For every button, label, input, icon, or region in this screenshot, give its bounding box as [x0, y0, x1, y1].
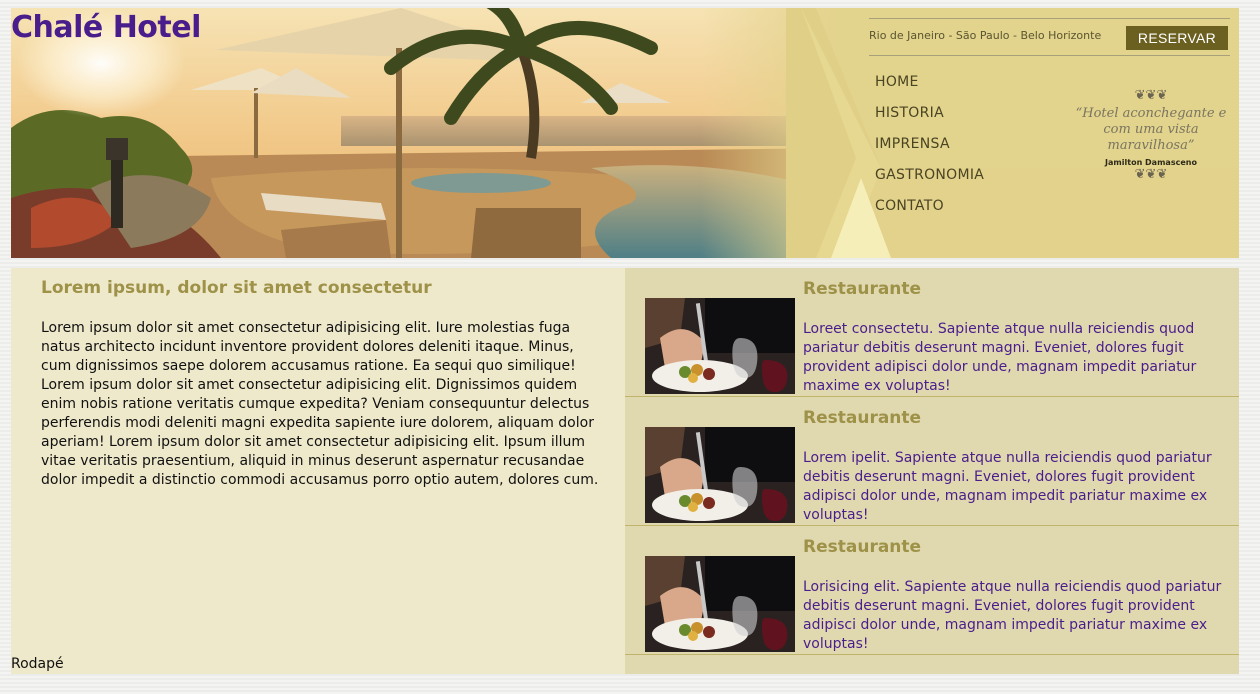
hero-image: [11, 8, 841, 258]
restaurant-text: Lorem ipelit. Sapiente atque nulla reici…: [803, 450, 1212, 523]
ornament-bottom-icon: ❦❦❦: [1134, 167, 1168, 182]
restaurant-title: Restaurante: [803, 537, 922, 557]
restaurant-title: Restaurante: [803, 408, 922, 428]
testimonial-text: “Hotel aconchegante e com uma vista mara…: [1075, 106, 1227, 153]
restaurant-title: Restaurante: [803, 279, 922, 299]
restaurant-image: [645, 556, 795, 652]
restaurant-image: [645, 427, 795, 523]
nav-link-contato[interactable]: CONTATO: [875, 198, 944, 214]
ornament-top-icon: ❦❦❦: [1134, 88, 1168, 103]
nav-item-contato: CONTATO: [875, 195, 984, 226]
reserve-button[interactable]: RESERVAR: [1126, 26, 1228, 50]
testimonial: ❦❦❦ “Hotel aconchegante e com uma vista …: [1071, 88, 1231, 183]
site-header: Chalé Hotel Rio de Janeiro - São Paulo -…: [11, 8, 1239, 258]
restaurant-text: Lorisicing elit. Sapiente atque nulla re…: [803, 579, 1222, 652]
top-bar: Rio de Janeiro - São Paulo - Belo Horizo…: [869, 18, 1230, 56]
testimonial-author: Jamilton Damasceno: [1105, 158, 1197, 167]
nav-item-home: HOME: [875, 71, 984, 102]
nav-link-home[interactable]: HOME: [875, 74, 919, 90]
restaurant-card: Restaurante Lorem ipelit. Sapiente atque…: [625, 397, 1239, 526]
nav-item-imprensa: IMPRENSA: [875, 133, 984, 164]
nav-item-historia: HISTORIA: [875, 102, 984, 133]
restaurant-card: Restaurante Loreet consectetu. Sapiente …: [625, 268, 1239, 397]
nav-item-gastronomia: GASTRONOMIA: [875, 164, 984, 195]
nav-link-gastronomia[interactable]: GASTRONOMIA: [875, 167, 984, 183]
header-right-panel: Rio de Janeiro - São Paulo - Belo Horizo…: [786, 8, 1239, 258]
nav-link-imprensa[interactable]: IMPRENSA: [875, 136, 950, 152]
main-nav: HOME HISTORIA IMPRENSA GASTRONOMIA CONTA…: [875, 71, 984, 226]
content-title: Lorem ipsum, dolor sit amet consectetur: [41, 278, 432, 298]
cities-text: Rio de Janeiro - São Paulo - Belo Horizo…: [869, 29, 1102, 42]
restaurant-card: Restaurante Lorisicing elit. Sapiente at…: [625, 526, 1239, 655]
brand-title: Chalé Hotel: [11, 10, 201, 45]
main-content: Lorem ipsum, dolor sit amet consectetur …: [11, 268, 625, 674]
restaurant-list: Restaurante Loreet consectetu. Sapiente …: [625, 268, 1239, 674]
content-body: Lorem ipsum dolor sit amet consectetur a…: [41, 320, 599, 488]
nav-link-historia[interactable]: HISTORIA: [875, 105, 944, 121]
restaurant-text: Loreet consectetu. Sapiente atque nulla …: [803, 321, 1197, 394]
footer-text: Rodapé: [11, 656, 64, 672]
restaurant-image: [645, 298, 795, 394]
